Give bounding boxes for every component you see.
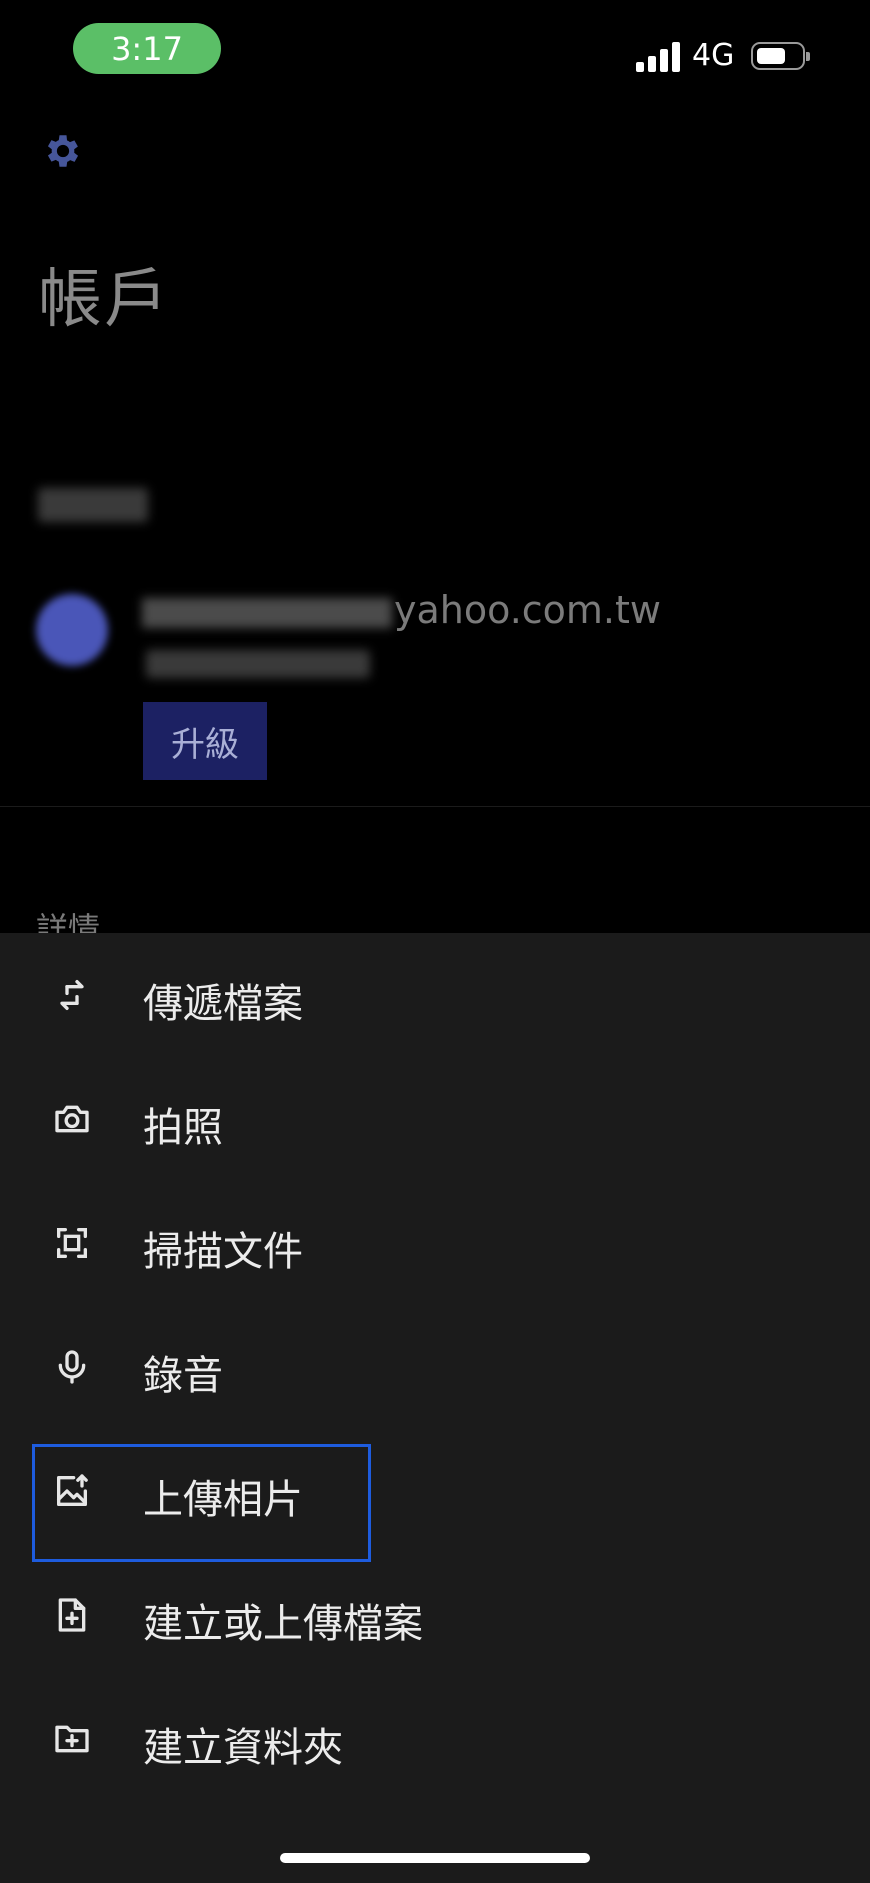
menu-item-label: 錄音 bbox=[143, 1353, 223, 1399]
account-email: yahoo.com.tw bbox=[142, 588, 661, 632]
microphone-icon bbox=[52, 1347, 92, 1387]
menu-item-label: 建立資料夾 bbox=[143, 1725, 343, 1771]
home-indicator[interactable] bbox=[280, 1853, 590, 1863]
menu-item-label: 建立或上傳檔案 bbox=[143, 1601, 423, 1647]
add-file-icon bbox=[52, 1595, 92, 1635]
divider bbox=[0, 806, 870, 807]
add-folder-icon bbox=[52, 1719, 92, 1759]
menu-item-transfer-file[interactable]: 傳遞檔案 bbox=[0, 933, 870, 1057]
menu-item-record-audio[interactable]: 錄音 bbox=[0, 1305, 870, 1429]
menu-item-label: 掃描文件 bbox=[143, 1229, 303, 1275]
menu-item-label: 傳遞檔案 bbox=[143, 981, 303, 1027]
menu-item-upload-photo[interactable]: 上傳相片 bbox=[0, 1429, 870, 1553]
menu-item-create-or-upload-file[interactable]: 建立或上傳檔案 bbox=[0, 1553, 870, 1677]
camera-icon bbox=[52, 1099, 92, 1139]
plan-name-redacted bbox=[146, 650, 370, 678]
menu-item-scan-document[interactable]: 掃描文件 bbox=[0, 1181, 870, 1305]
battery-icon bbox=[751, 42, 810, 70]
page-title: 帳戶 bbox=[38, 263, 170, 337]
menu-item-create-folder[interactable]: 建立資料夾 bbox=[0, 1677, 870, 1801]
avatar bbox=[36, 594, 108, 666]
cellular-signal-icon bbox=[636, 42, 680, 72]
scan-document-icon bbox=[52, 1223, 92, 1263]
gear-icon[interactable] bbox=[42, 130, 84, 172]
section-heading-redacted bbox=[38, 488, 148, 522]
action-sheet: 傳遞檔案 拍照 掃描文件 錄音 上傳相片 建立或上傳檔案 建立資料夾 bbox=[0, 933, 870, 1883]
network-type: 4G bbox=[692, 38, 735, 73]
upgrade-button[interactable]: 升級 bbox=[143, 702, 267, 780]
transfer-arrows-icon bbox=[52, 975, 92, 1015]
menu-item-take-photo[interactable]: 拍照 bbox=[0, 1057, 870, 1181]
menu-item-label: 拍照 bbox=[143, 1105, 223, 1151]
upload-photo-icon bbox=[52, 1471, 92, 1511]
menu-item-label: 上傳相片 bbox=[143, 1477, 303, 1523]
status-bar: 3:17 4G bbox=[0, 0, 870, 110]
status-time: 3:17 bbox=[73, 23, 221, 74]
